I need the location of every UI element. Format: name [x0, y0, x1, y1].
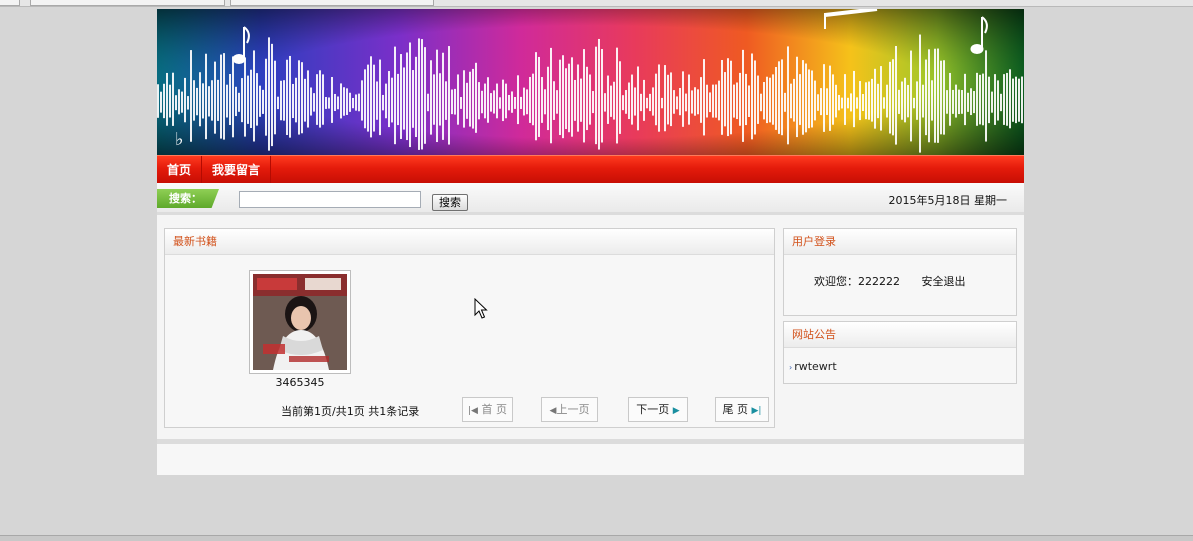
- nav-item-leave-message[interactable]: 我要留言: [202, 156, 272, 184]
- next-page-button[interactable]: 下一页 ▶: [628, 397, 688, 422]
- browser-tab-strip: [0, 0, 1193, 7]
- footer: [157, 444, 1024, 475]
- search-input[interactable]: [239, 191, 421, 208]
- logout-link[interactable]: 安全退出: [922, 275, 966, 288]
- next-page-icon: ▶: [672, 406, 680, 416]
- search-bar: 搜索： 搜索 2015年5月18日 星期一: [157, 183, 1024, 215]
- music-waveform-banner: ♭: [157, 9, 1024, 155]
- last-page-label: 尾 页: [722, 403, 749, 416]
- last-page-button[interactable]: 尾 页 ▶|: [715, 397, 769, 422]
- first-page-label: 首 页: [481, 403, 507, 416]
- header-banner: ♭: [157, 9, 1024, 155]
- prev-page-button[interactable]: ◀上一页: [541, 397, 598, 422]
- login-status: 欢迎您：222222 安全退出: [814, 273, 966, 289]
- last-page-icon: ▶|: [751, 406, 762, 416]
- prev-page-label: 上一页: [556, 403, 590, 416]
- browser-tab[interactable]: [0, 0, 20, 6]
- panel-title: 用户登录: [784, 229, 1016, 255]
- book-cover-image[interactable]: [249, 270, 351, 374]
- user-login-panel: 用户登录 欢迎您：222222 安全退出: [783, 228, 1017, 316]
- nav-item-home[interactable]: 首页: [157, 156, 203, 184]
- search-label: 搜索：: [157, 189, 219, 208]
- browser-tab[interactable]: [230, 0, 434, 6]
- current-date: 2015年5月18日 星期一: [888, 194, 1008, 207]
- notice-item-label[interactable]: rwtewrt: [794, 360, 836, 373]
- mouse-pointer-icon: [474, 298, 488, 319]
- first-page-icon: |◀: [468, 406, 478, 416]
- notice-item[interactable]: › rwtewrt: [789, 360, 837, 373]
- next-page-label: 下一页: [636, 403, 670, 416]
- browser-tab[interactable]: [30, 0, 225, 6]
- panel-title: 网站公告: [784, 322, 1016, 348]
- first-page-button[interactable]: |◀ 首 页: [462, 397, 513, 422]
- search-button[interactable]: 搜索: [432, 194, 468, 211]
- panel-title: 最新书籍: [165, 229, 774, 255]
- pager-info: 当前第1页/共1页 共1条记录: [281, 405, 420, 418]
- latest-books-panel: 最新书籍 3465345 当前第1页/共1页 共1条记录 |◀ 首 页 ◀上一页…: [164, 228, 775, 428]
- book-title[interactable]: 3465345: [249, 376, 351, 389]
- welcome-text: 欢迎您：222222: [814, 275, 900, 288]
- site-notice-panel: 网站公告 › rwtewrt: [783, 321, 1017, 384]
- bullet-icon: ›: [789, 363, 793, 372]
- browser-bottom-edge: [0, 535, 1193, 541]
- book-item[interactable]: 3465345: [249, 270, 351, 389]
- magazine-cover-image: [253, 274, 347, 370]
- svg-text:♭: ♭: [175, 129, 184, 150]
- main-nav: 首页 我要留言: [157, 155, 1024, 184]
- page-container: ♭ 首页 我要留言 搜索： 搜索 2015年5月18日 星期一 最新书籍 346…: [157, 9, 1024, 475]
